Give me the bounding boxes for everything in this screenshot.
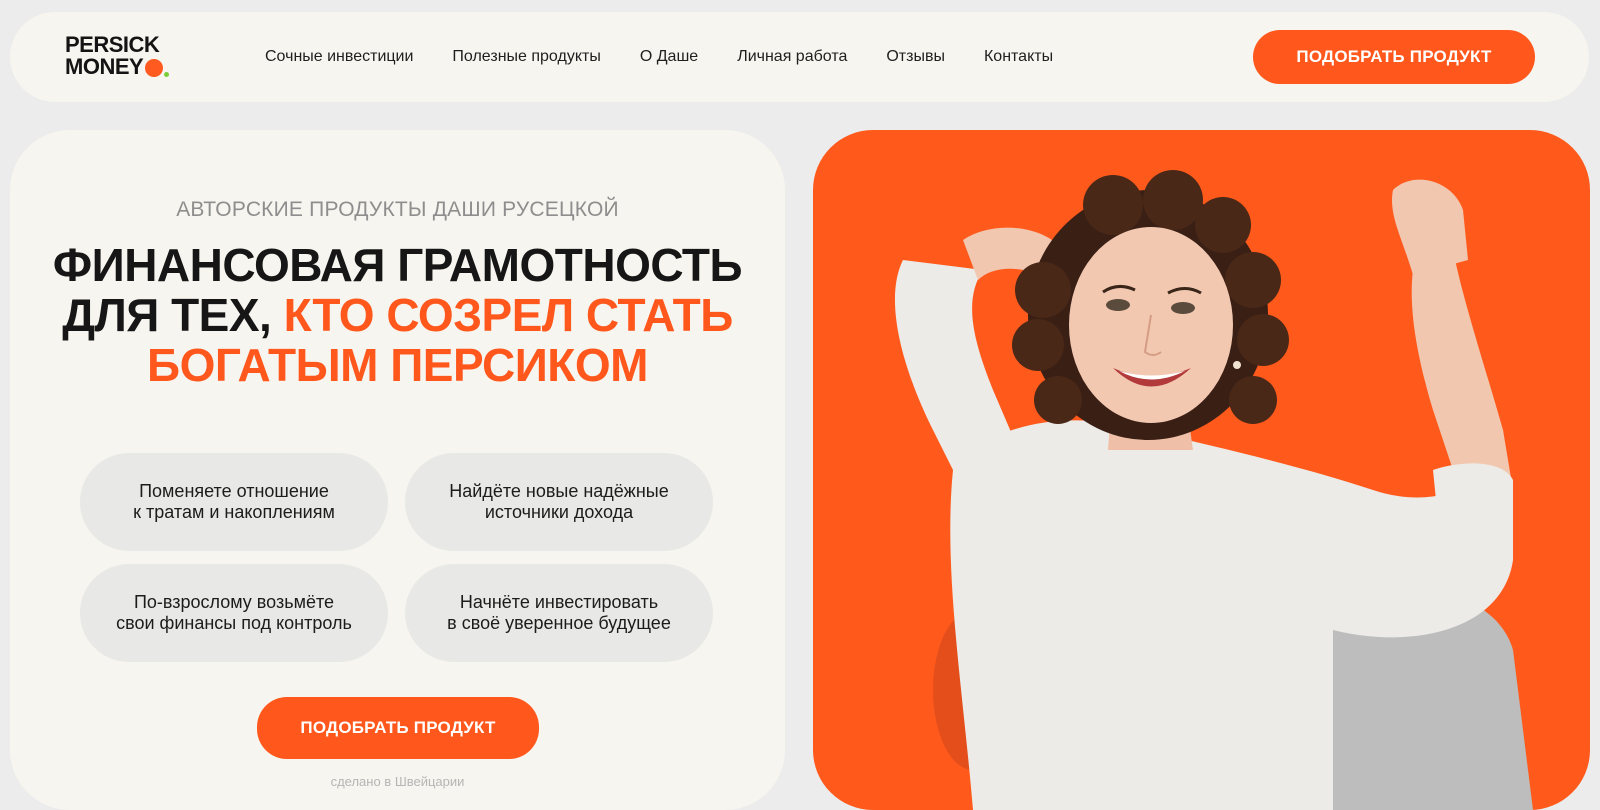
benefit-line: Начнёте инвестировать xyxy=(459,592,659,612)
benefit-pill: Начнёте инвестировать в своё уверенное б… xyxy=(405,564,713,662)
nav-reviews[interactable]: Отзывы xyxy=(886,48,945,66)
nav-contacts[interactable]: Контакты xyxy=(984,48,1053,66)
nav-about-dasha[interactable]: О Даше xyxy=(640,48,698,66)
benefit-line: свои финансы под контроль xyxy=(116,613,352,633)
logo-line1: PERSICK xyxy=(65,32,160,57)
benefit-line: к тратам и накоплениям xyxy=(133,502,335,522)
hero-eyebrow: АВТОРСКИЕ ПРОДУКТЫ ДАШИ РУСЕЦКОЙ xyxy=(176,198,619,221)
benefit-line: По-взрослому возьмёте xyxy=(133,592,335,612)
hero-footnote: сделано в Швейцарии xyxy=(330,774,465,789)
benefit-line: Поменяете отношение xyxy=(139,481,329,501)
headline-line3: БОГАТЫМ ПЕРСИКОМ xyxy=(147,339,648,391)
headline-line2-accent: КТО СОЗРЕЛ СТАТЬ xyxy=(283,289,734,341)
main-nav: Сочные инвестиции Полезные продукты О Да… xyxy=(265,12,1092,102)
nav-personal-work[interactable]: Личная работа xyxy=(737,48,847,66)
nav-juicy-investments[interactable]: Сочные инвестиции xyxy=(265,48,413,66)
hero-photo xyxy=(813,130,1590,810)
header-choose-product-button[interactable]: ПОДОБРАТЬ ПРОДУКТ xyxy=(1253,30,1535,84)
site-header: PERSICK MONEY Сочные инвестиции Полезные… xyxy=(10,12,1589,102)
hero-text-card: АВТОРСКИЕ ПРОДУКТЫ ДАШИ РУСЕЦКОЙ ФИНАНСО… xyxy=(10,130,785,810)
logo-leaf-dot-icon xyxy=(164,71,170,77)
hero-choose-product-button[interactable]: ПОДОБРАТЬ ПРОДУКТ xyxy=(257,697,539,759)
logo-line2: MONEY xyxy=(65,54,144,79)
headline-line2-dark: ДЛЯ ТЕХ, xyxy=(62,289,272,341)
woman-portrait-illustration xyxy=(894,170,1533,810)
benefit-pill: Найдёте новые надёжные источники дохода xyxy=(405,453,713,551)
hero-headline: ФИНАНСОВАЯ ГРАМОТНОСТЬ ДЛЯ ТЕХ, КТО СОЗР… xyxy=(10,240,785,390)
nav-useful-products[interactable]: Полезные продукты xyxy=(452,48,600,66)
benefit-line: в своё уверенное будущее xyxy=(447,613,671,633)
logo[interactable]: PERSICK MONEY xyxy=(65,32,170,79)
logo-peach-dot-icon xyxy=(145,59,164,77)
headline-line1: ФИНАНСОВАЯ ГРАМОТНОСТЬ xyxy=(52,239,743,291)
benefit-pill: Поменяете отношение к тратам и накоплени… xyxy=(80,453,388,551)
benefit-line: источники дохода xyxy=(484,502,634,522)
benefit-line: Найдёте новые надёжные xyxy=(449,481,669,501)
benefit-pill: По-взрослому возьмёте свои финансы под к… xyxy=(80,564,388,662)
